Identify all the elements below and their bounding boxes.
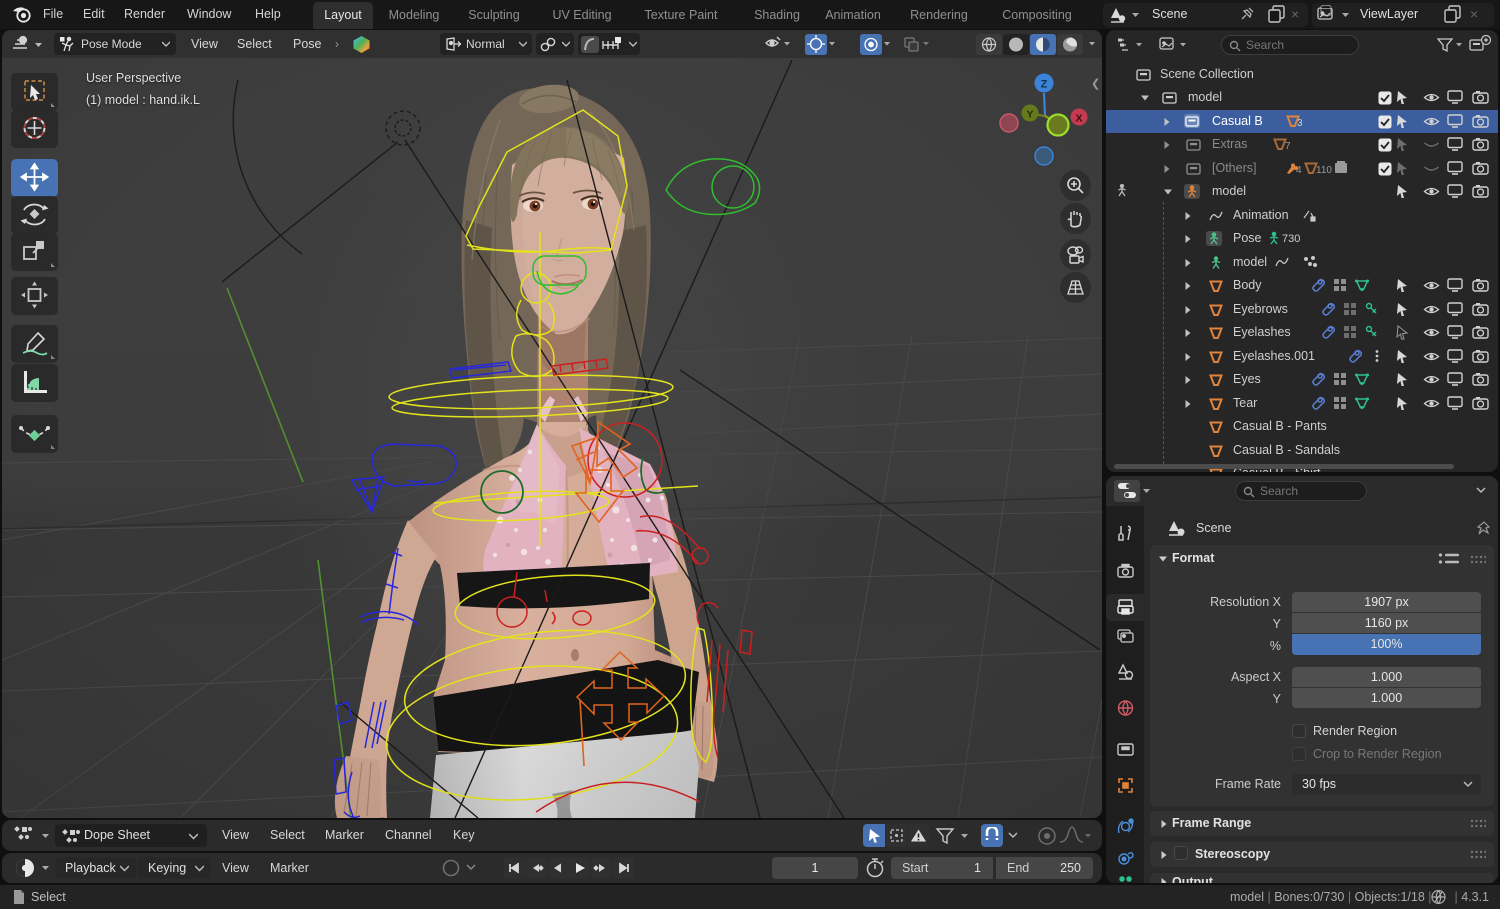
svg-text:Z: Z [1041, 79, 1048, 91]
svg-text:Y: Y [1026, 109, 1033, 121]
svg-text:X: X [1075, 113, 1082, 125]
